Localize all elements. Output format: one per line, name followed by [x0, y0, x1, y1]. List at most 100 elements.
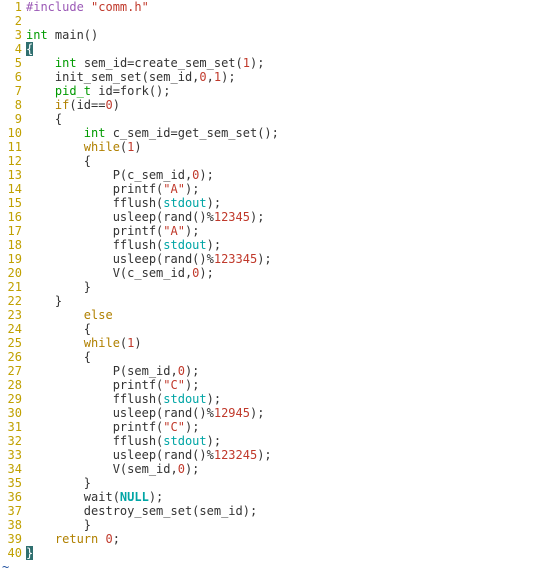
- code-line[interactable]: 20 V(c_sem_id,0);: [0, 266, 537, 280]
- token: usleep(rand()%: [26, 210, 214, 224]
- code-line[interactable]: 21 }: [0, 280, 537, 294]
- code-line[interactable]: 23 else: [0, 308, 537, 322]
- code-line[interactable]: 4{: [0, 42, 537, 56]
- line-content[interactable]: wait(NULL);: [26, 490, 537, 504]
- line-content[interactable]: P(sem_id,0);: [26, 364, 537, 378]
- token: pid_t: [55, 84, 91, 98]
- code-line[interactable]: 31 printf("C");: [0, 420, 537, 434]
- code-line[interactable]: 40}: [0, 546, 537, 560]
- code-line[interactable]: 5 int sem_id=create_sem_set(1);: [0, 56, 537, 70]
- code-line[interactable]: 13 P(c_sem_id,0);: [0, 168, 537, 182]
- code-line[interactable]: 30 usleep(rand()%12945);: [0, 406, 537, 420]
- line-content[interactable]: V(sem_id,0);: [26, 462, 537, 476]
- line-content[interactable]: int sem_id=create_sem_set(1);: [26, 56, 537, 70]
- line-content[interactable]: }: [26, 476, 537, 490]
- code-line[interactable]: 11 while(1): [0, 140, 537, 154]
- code-line[interactable]: 18 fflush(stdout);: [0, 238, 537, 252]
- line-content[interactable]: printf("C");: [26, 420, 537, 434]
- token: P(sem_id,: [26, 364, 178, 378]
- code-editor[interactable]: 1#include "comm.h"23int main()4{5 int se…: [0, 0, 537, 560]
- line-content[interactable]: fflush(stdout);: [26, 434, 537, 448]
- line-content[interactable]: printf("A");: [26, 182, 537, 196]
- code-line[interactable]: 9 {: [0, 112, 537, 126]
- code-line[interactable]: 33 usleep(rand()%123245);: [0, 448, 537, 462]
- token: 123345: [214, 252, 257, 266]
- token: int: [26, 28, 48, 42]
- line-content[interactable]: }: [26, 518, 537, 532]
- line-number: 36: [0, 490, 26, 504]
- code-line[interactable]: 35 }: [0, 476, 537, 490]
- line-content[interactable]: init_sem_set(sem_id,0,1);: [26, 70, 537, 84]
- code-line[interactable]: 25 while(1): [0, 336, 537, 350]
- line-content[interactable]: int c_sem_id=get_sem_set();: [26, 126, 537, 140]
- line-content[interactable]: {: [26, 42, 537, 56]
- cursor: {: [26, 42, 33, 56]
- token: 0: [178, 364, 185, 378]
- line-content[interactable]: {: [26, 154, 537, 168]
- token: {: [26, 322, 91, 336]
- code-line[interactable]: 19 usleep(rand()%123345);: [0, 252, 537, 266]
- line-content[interactable]: V(c_sem_id,0);: [26, 266, 537, 280]
- code-line[interactable]: 37 destroy_sem_set(sem_id);: [0, 504, 537, 518]
- code-line[interactable]: 14 printf("A");: [0, 182, 537, 196]
- code-line[interactable]: 3int main(): [0, 28, 537, 42]
- line-content[interactable]: [26, 14, 537, 28]
- code-line[interactable]: 12 {: [0, 154, 537, 168]
- code-line[interactable]: 34 V(sem_id,0);: [0, 462, 537, 476]
- code-line[interactable]: 36 wait(NULL);: [0, 490, 537, 504]
- code-line[interactable]: 16 usleep(rand()%12345);: [0, 210, 537, 224]
- line-content[interactable]: fflush(stdout);: [26, 392, 537, 406]
- token: P(c_sem_id,: [26, 168, 192, 182]
- line-content[interactable]: printf("A");: [26, 224, 537, 238]
- code-line[interactable]: 26 {: [0, 350, 537, 364]
- code-line[interactable]: 24 {: [0, 322, 537, 336]
- code-line[interactable]: 8 if(id==0): [0, 98, 537, 112]
- token: 123245: [214, 448, 257, 462]
- token: [26, 336, 84, 350]
- code-line[interactable]: 7 pid_t id=fork();: [0, 84, 537, 98]
- line-content[interactable]: }: [26, 294, 537, 308]
- line-content[interactable]: P(c_sem_id,0);: [26, 168, 537, 182]
- line-content[interactable]: fflush(stdout);: [26, 238, 537, 252]
- code-line[interactable]: 32 fflush(stdout);: [0, 434, 537, 448]
- code-line[interactable]: 10 int c_sem_id=get_sem_set();: [0, 126, 537, 140]
- token: {: [26, 350, 91, 364]
- line-content[interactable]: else: [26, 308, 537, 322]
- line-content[interactable]: {: [26, 322, 537, 336]
- token: [26, 308, 84, 322]
- line-content[interactable]: if(id==0): [26, 98, 537, 112]
- code-line[interactable]: 38 }: [0, 518, 537, 532]
- line-content[interactable]: usleep(rand()%12945);: [26, 406, 537, 420]
- line-content[interactable]: destroy_sem_set(sem_id);: [26, 504, 537, 518]
- code-line[interactable]: 29 fflush(stdout);: [0, 392, 537, 406]
- line-content[interactable]: usleep(rand()%123345);: [26, 252, 537, 266]
- code-line[interactable]: 2: [0, 14, 537, 28]
- line-content[interactable]: }: [26, 280, 537, 294]
- line-content[interactable]: printf("C");: [26, 378, 537, 392]
- line-content[interactable]: usleep(rand()%12345);: [26, 210, 537, 224]
- line-content[interactable]: while(1): [26, 336, 537, 350]
- line-number: 22: [0, 294, 26, 308]
- line-content[interactable]: pid_t id=fork();: [26, 84, 537, 98]
- line-number: 11: [0, 140, 26, 154]
- code-line[interactable]: 27 P(sem_id,0);: [0, 364, 537, 378]
- token: );: [199, 266, 213, 280]
- token: if: [55, 98, 69, 112]
- code-line[interactable]: 1#include "comm.h": [0, 0, 537, 14]
- code-line[interactable]: 22 }: [0, 294, 537, 308]
- line-content[interactable]: return 0;: [26, 532, 537, 546]
- line-content[interactable]: int main(): [26, 28, 537, 42]
- code-line[interactable]: 39 return 0;: [0, 532, 537, 546]
- code-line[interactable]: 6 init_sem_set(sem_id,0,1);: [0, 70, 537, 84]
- code-line[interactable]: 28 printf("C");: [0, 378, 537, 392]
- code-line[interactable]: 17 printf("A");: [0, 224, 537, 238]
- line-content[interactable]: usleep(rand()%123245);: [26, 448, 537, 462]
- line-number: 40: [0, 546, 26, 560]
- line-content[interactable]: #include "comm.h": [26, 0, 537, 14]
- line-content[interactable]: while(1): [26, 140, 537, 154]
- code-line[interactable]: 15 fflush(stdout);: [0, 196, 537, 210]
- line-content[interactable]: {: [26, 350, 537, 364]
- line-content[interactable]: }: [26, 546, 537, 560]
- line-content[interactable]: fflush(stdout);: [26, 196, 537, 210]
- line-content[interactable]: {: [26, 112, 537, 126]
